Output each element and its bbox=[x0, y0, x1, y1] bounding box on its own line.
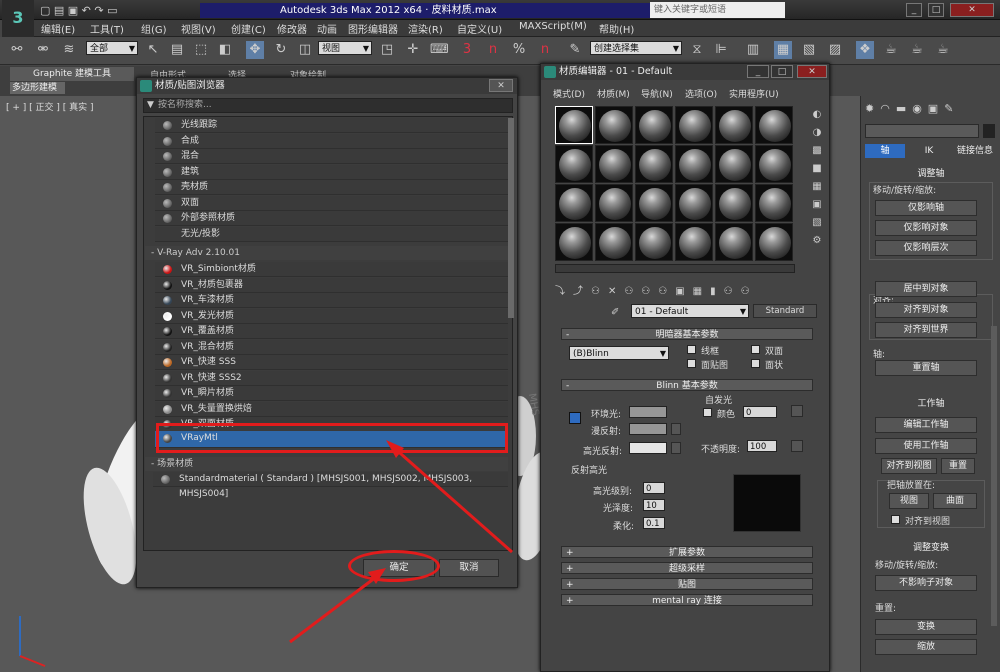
arrow-to-vraymtl bbox=[391, 444, 513, 554]
annotation-arrows bbox=[289, 440, 513, 644]
arrow-to-ok bbox=[289, 572, 381, 644]
